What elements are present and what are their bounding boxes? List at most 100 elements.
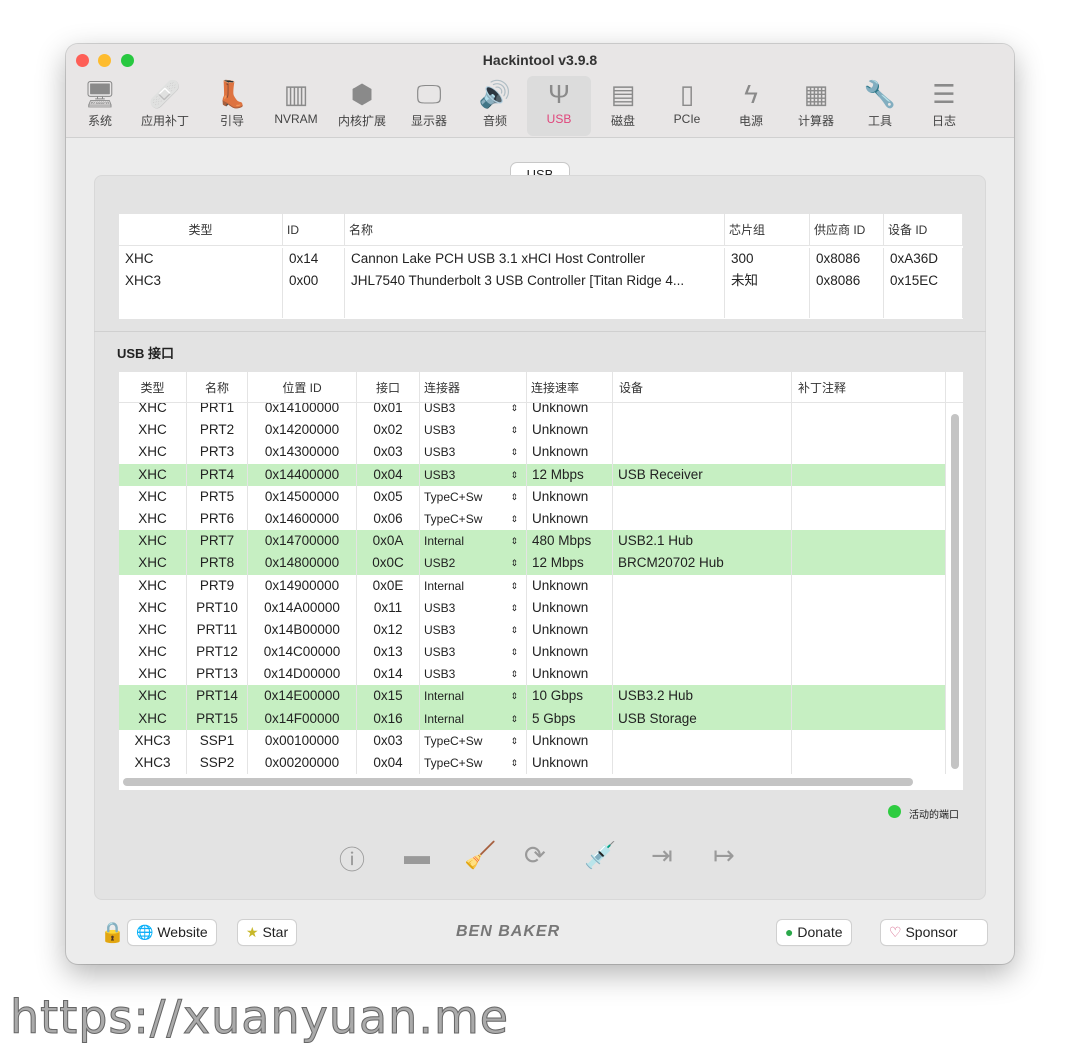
- port-row[interactable]: XHC PRT14 0x14E00000 0x15 Internal ⇕ 10 Gbps US…: [119, 685, 946, 708]
- broom-action-broom-icon[interactable]: 🧹: [464, 840, 496, 871]
- patch-note-cell[interactable]: [792, 441, 946, 464]
- column-header[interactable]: ID: [283, 214, 345, 245]
- toolbar-disk-button[interactable]: ▤ 磁盘: [591, 76, 655, 136]
- connector-select[interactable]: USB3 ⇕: [420, 641, 527, 664]
- toolbar-boot-button[interactable]: 👢 引导: [200, 76, 264, 136]
- connector-select[interactable]: Internal ⇕: [420, 707, 527, 730]
- patch-note-cell[interactable]: [792, 530, 946, 553]
- column-header[interactable]: 类型: [119, 214, 283, 245]
- connector-select[interactable]: USB3 ⇕: [420, 463, 527, 486]
- toolbar-log-button[interactable]: ☰ 日志: [912, 76, 976, 136]
- port-row[interactable]: XHC PRT8 0x14800000 0x0C USB2 ⇕ 12 Mbps BRCM207…: [119, 552, 946, 575]
- column-header[interactable]: 类型: [119, 372, 187, 402]
- patch-note-cell[interactable]: [792, 419, 946, 442]
- column-header[interactable]: 接口: [357, 372, 420, 402]
- connector-select[interactable]: TypeC+Sw ⇕: [420, 752, 527, 775]
- toolbar-memory-button[interactable]: ▥ NVRAM: [264, 76, 328, 136]
- port-row[interactable]: XHC PRT10 0x14A00000 0x11 USB3 ⇕ Unknown: [119, 596, 946, 619]
- toolbar-power-button[interactable]: ϟ 电源: [719, 76, 783, 136]
- controllers-table[interactable]: 类型 ID 名称 芯片组 供应商 ID 设备 ID XHC XHC3 0x14 0x00 Canno…: [119, 214, 963, 319]
- patch-note-cell[interactable]: [792, 403, 946, 420]
- port-row[interactable]: XHC PRT15 0x14F00000 0x16 Internal ⇕ 5 Gbps USB…: [119, 707, 946, 730]
- horizontal-scrollbar[interactable]: [123, 778, 913, 786]
- vertical-scrollbar[interactable]: [951, 414, 959, 769]
- port-row[interactable]: XHC PRT4 0x14400000 0x04 USB3 ⇕ 12 Mbps USB Rec…: [119, 463, 946, 486]
- import-action-import-icon[interactable]: ⇥: [651, 840, 673, 871]
- port-row[interactable]: XHC PRT2 0x14200000 0x02 USB3 ⇕ Unknown: [119, 419, 946, 442]
- port-row[interactable]: XHC PRT13 0x14D00000 0x14 USB3 ⇕ Unknown: [119, 663, 946, 686]
- lock-icon[interactable]: 🔒: [100, 920, 125, 945]
- controller-cell[interactable]: 0x14: [289, 248, 338, 270]
- controller-cell[interactable]: 0x8086: [816, 270, 877, 292]
- connector-select[interactable]: TypeC+Sw ⇕: [420, 507, 527, 531]
- patch-note-cell[interactable]: [792, 485, 946, 508]
- patch-note-cell[interactable]: [792, 641, 946, 664]
- port-row[interactable]: XHC PRT12 0x14C00000 0x13 USB3 ⇕ Unknown: [119, 641, 946, 664]
- connector-select[interactable]: TypeC+Sw ⇕: [420, 485, 527, 508]
- toolbar-pcie-button[interactable]: ▯ PCIe: [655, 76, 719, 136]
- patch-note-cell[interactable]: [792, 507, 946, 531]
- column-header[interactable]: 设备: [613, 372, 792, 402]
- connector-select[interactable]: TypeC+Sw ⇕: [420, 729, 527, 752]
- toolbar-kext-button[interactable]: ⬢ 内核扩展: [330, 76, 394, 136]
- patch-note-cell[interactable]: [792, 707, 946, 730]
- port-row[interactable]: XHC PRT7 0x14700000 0x0A Internal ⇕ 480 Mbps US…: [119, 530, 946, 553]
- controller-cell[interactable]: 0x00: [289, 270, 338, 292]
- patch-note-cell[interactable]: [792, 552, 946, 575]
- toolbar-bandage-button[interactable]: 🩹 应用补丁: [133, 76, 197, 136]
- refresh-action-refresh-icon[interactable]: ⟳: [524, 840, 546, 871]
- connector-select[interactable]: USB3 ⇕: [420, 618, 527, 642]
- connector-select[interactable]: USB2 ⇕: [420, 552, 527, 575]
- port-row[interactable]: XHC PRT11 0x14B00000 0x12 USB3 ⇕ Unknown: [119, 618, 946, 642]
- sponsor-button[interactable]: ♡ Sponsor: [881, 920, 987, 945]
- port-row[interactable]: XHC PRT1 0x14100000 0x01 USB3 ⇕ Unknown: [119, 403, 946, 420]
- column-header[interactable]: 供应商 ID: [810, 214, 884, 245]
- port-row[interactable]: XHC3 SSP1 0x00100000 0x03 TypeC+Sw ⇕ Unknown: [119, 729, 946, 752]
- donate-button[interactable]: ● Donate: [777, 920, 851, 945]
- column-header[interactable]: 名称: [345, 214, 725, 245]
- syringe-action-syringe-icon[interactable]: 💉: [584, 840, 616, 871]
- patch-note-cell[interactable]: [792, 663, 946, 686]
- controller-cell[interactable]: 0x8086: [816, 248, 877, 270]
- column-header[interactable]: 补丁注释: [792, 372, 946, 402]
- star-button[interactable]: ★ Star: [238, 920, 297, 945]
- port-row[interactable]: XHC PRT6 0x14600000 0x06 TypeC+Sw ⇕ Unknown: [119, 507, 946, 531]
- column-header[interactable]: 连接速率: [527, 372, 613, 402]
- controller-cell[interactable]: XHC: [125, 248, 276, 270]
- patch-note-cell[interactable]: [792, 574, 946, 597]
- connector-select[interactable]: USB3 ⇕: [420, 403, 527, 420]
- toolbar-wrench-button[interactable]: 🔧 工具: [848, 76, 912, 136]
- column-header[interactable]: 名称: [187, 372, 248, 402]
- column-header[interactable]: 芯片组: [725, 214, 810, 245]
- patch-note-cell[interactable]: [792, 685, 946, 708]
- column-header[interactable]: 位置 ID: [248, 372, 357, 402]
- column-header[interactable]: 连接器: [420, 372, 527, 402]
- port-row[interactable]: XHC3 SSP2 0x00200000 0x04 TypeC+Sw ⇕ Unknown: [119, 752, 946, 775]
- toolbar-calculator-button[interactable]: ▦ 计算器: [784, 76, 848, 136]
- connector-select[interactable]: USB3 ⇕: [420, 663, 527, 686]
- website-button[interactable]: 🌐 Website: [128, 920, 216, 945]
- patch-note-cell[interactable]: [792, 596, 946, 619]
- connector-select[interactable]: USB3 ⇕: [420, 596, 527, 619]
- connector-select[interactable]: USB3 ⇕: [420, 419, 527, 442]
- patch-note-cell[interactable]: [792, 729, 946, 752]
- toolbar-display-button[interactable]: 🖵 显示器: [397, 76, 461, 136]
- connector-select[interactable]: USB3 ⇕: [420, 441, 527, 464]
- toolbar-speaker-button[interactable]: 🔊 音频: [463, 76, 527, 136]
- controller-cell[interactable]: 300: [731, 248, 803, 270]
- controller-cell[interactable]: 未知: [731, 270, 803, 292]
- port-row[interactable]: XHC PRT3 0x14300000 0x03 USB3 ⇕ Unknown: [119, 441, 946, 464]
- controller-cell[interactable]: XHC3: [125, 270, 276, 292]
- controller-cell[interactable]: 0xA36D: [890, 248, 956, 270]
- export-action-export-icon[interactable]: ↦: [713, 840, 735, 871]
- remove-action-remove-icon[interactable]: ▬: [404, 840, 430, 871]
- toolbar-usb-button[interactable]: Ψ USB: [527, 76, 591, 136]
- controller-cell[interactable]: Cannon Lake PCH USB 3.1 xHCI Host Contro…: [351, 248, 718, 270]
- controller-cell[interactable]: JHL7540 Thunderbolt 3 USB Controller [Ti…: [351, 270, 718, 292]
- patch-note-cell[interactable]: [792, 618, 946, 642]
- connector-select[interactable]: Internal ⇕: [420, 574, 527, 597]
- connector-select[interactable]: Internal ⇕: [420, 685, 527, 708]
- port-row[interactable]: XHC PRT9 0x14900000 0x0E Internal ⇕ Unknown: [119, 574, 946, 597]
- column-header[interactable]: 设备 ID: [884, 214, 963, 245]
- patch-note-cell[interactable]: [792, 752, 946, 775]
